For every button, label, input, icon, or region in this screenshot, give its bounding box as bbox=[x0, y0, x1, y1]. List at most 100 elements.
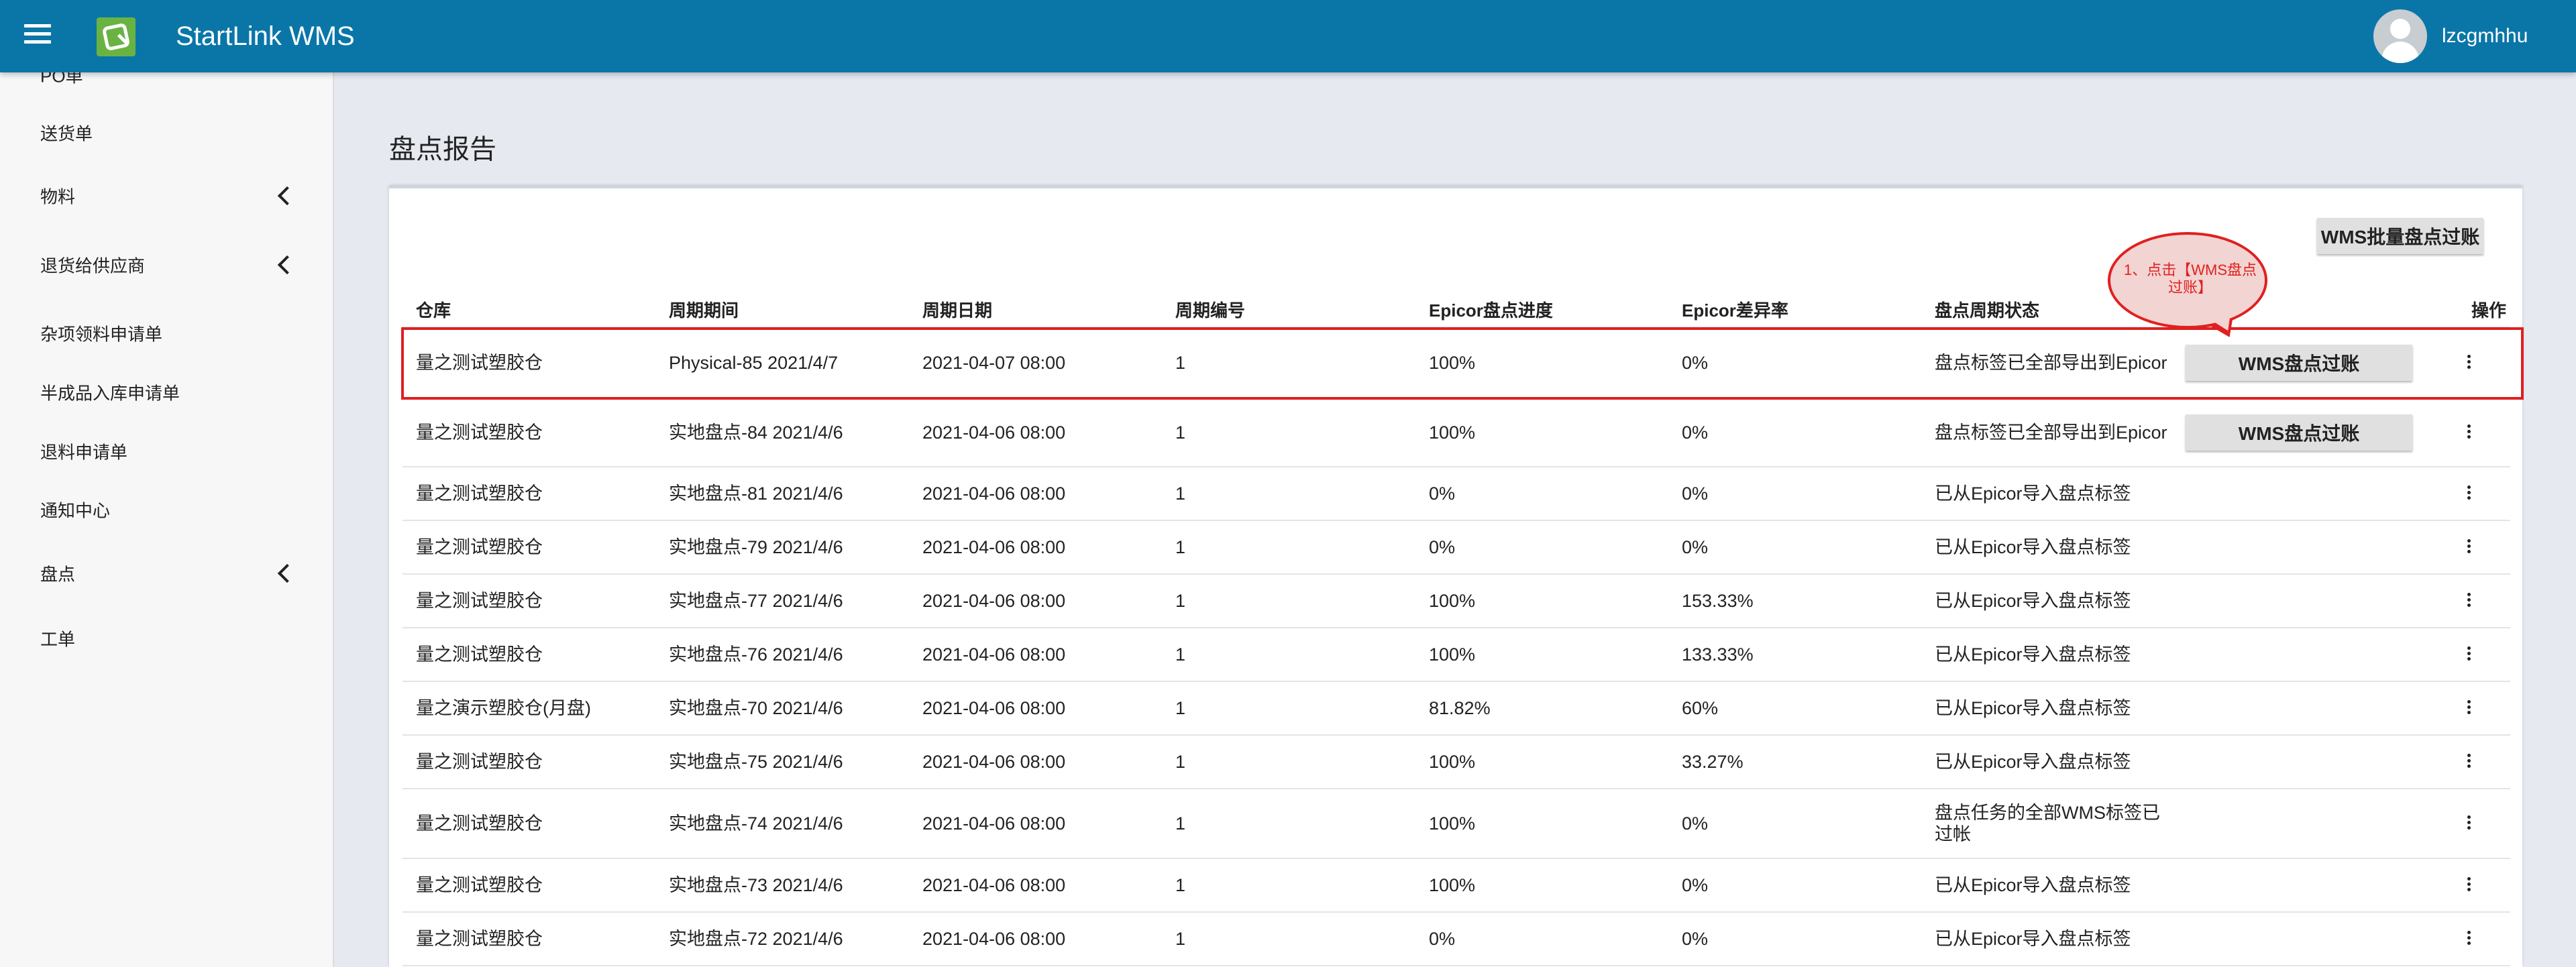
cell-status: 盘点标签已全部导出到Epicor bbox=[1935, 353, 2167, 373]
cell-period: 实地盘点-74 2021/4/6 bbox=[669, 813, 843, 834]
cell-period: 实地盘点-77 2021/4/6 bbox=[669, 591, 843, 611]
user-avatar-icon[interactable] bbox=[2373, 9, 2427, 63]
sidebar-item-label: 杂项领料申请单 bbox=[40, 324, 163, 345]
more-vert-icon[interactable] bbox=[2466, 700, 2471, 716]
cell-number: 1 bbox=[1175, 813, 1186, 834]
sidebar-item[interactable]: 工单 bbox=[0, 612, 333, 665]
cell-status: 已从Epicor导入盘点标签 bbox=[1935, 537, 2131, 557]
column-header: Epicor盘点进度 bbox=[1429, 300, 1553, 321]
page-title: 盘点报告 bbox=[389, 135, 496, 164]
cell-number: 1 bbox=[1175, 698, 1186, 718]
cell-date: 2021-04-06 08:00 bbox=[922, 591, 1066, 611]
table-row: 量之测试塑胶仓 Physical-85 2021/4/7 2021-04-07 08… bbox=[402, 328, 2510, 399]
cell-progress: 81.82% bbox=[1429, 698, 1491, 718]
cell-date: 2021-04-06 08:00 bbox=[922, 929, 1066, 949]
column-header: 周期日期 bbox=[922, 300, 993, 321]
sidebar-item[interactable]: 杂项领料申请单 bbox=[0, 306, 333, 360]
table-row: 量之测试塑胶仓 实地盘点-79 2021/4/6 2021-04-06 08:00 1… bbox=[402, 521, 2510, 575]
sidebar-item-label: 盘点 bbox=[40, 564, 76, 585]
more-vert-icon[interactable] bbox=[2466, 486, 2471, 502]
table-row: 量之测试塑胶仓 实地盘点-75 2021/4/6 2021-04-06 08:00 1… bbox=[402, 736, 2510, 789]
sidebar-item-label: 退料申请单 bbox=[40, 442, 128, 463]
sidebar-item-label: 物料 bbox=[40, 186, 76, 207]
username[interactable]: lzcgmhhu bbox=[2442, 24, 2528, 48]
cell-warehouse: 量之测试塑胶仓 bbox=[416, 484, 543, 504]
sidebar-item-label: 工单 bbox=[40, 629, 76, 650]
callout-bubble: 1、点击【WMS盘点过账】 bbox=[2108, 232, 2267, 329]
cell-status: 已从Epicor导入盘点标签 bbox=[1935, 875, 2131, 895]
cell-period: Physical-85 2021/4/7 bbox=[669, 353, 839, 373]
cell-status: 已从Epicor导入盘点标签 bbox=[1935, 484, 2131, 504]
table-row: 量之测试塑胶仓 实地盘点-72 2021/4/6 2021-04-06 08:00 1… bbox=[402, 913, 2510, 966]
cell-diff: 33.27% bbox=[1682, 752, 1743, 772]
more-vert-icon[interactable] bbox=[2466, 931, 2471, 947]
cell-period: 实地盘点-75 2021/4/6 bbox=[669, 752, 843, 772]
cell-diff: 0% bbox=[1682, 353, 1709, 373]
batch-post-button[interactable]: WMS批量盘点过账 bbox=[2317, 218, 2483, 254]
column-header: 周期编号 bbox=[1175, 300, 1246, 321]
cell-diff: 0% bbox=[1682, 875, 1709, 895]
more-vert-icon[interactable] bbox=[2466, 646, 2471, 663]
wms-post-button[interactable]: WMS盘点过账 bbox=[2186, 414, 2412, 451]
table-row: 量之演示塑胶仓(月盘) 实地盘点-70 2021/4/6 2021-04-06 08… bbox=[402, 682, 2510, 736]
cell-period: 实地盘点-72 2021/4/6 bbox=[669, 929, 843, 949]
cell-date: 2021-04-06 08:00 bbox=[922, 813, 1066, 834]
sidebar-item-label: 通知中心 bbox=[40, 500, 111, 521]
cell-period: 实地盘点-81 2021/4/6 bbox=[669, 484, 843, 504]
cell-diff: 0% bbox=[1682, 813, 1709, 834]
sidebar-item[interactable]: 退货给供应商 bbox=[0, 238, 333, 292]
cell-period: 实地盘点-76 2021/4/6 bbox=[669, 644, 843, 665]
table-body: 量之测试塑胶仓 Physical-85 2021/4/7 2021-04-07 08… bbox=[402, 328, 2510, 966]
cell-diff: 60% bbox=[1682, 698, 1719, 718]
cell-warehouse: 量之演示塑胶仓(月盘) bbox=[416, 698, 591, 718]
more-vert-icon[interactable] bbox=[2466, 754, 2471, 770]
callout-text: 1、点击【WMS盘点过账】 bbox=[2124, 262, 2257, 296]
more-vert-icon[interactable] bbox=[2466, 815, 2471, 832]
cell-number: 1 bbox=[1175, 929, 1186, 949]
cell-number: 1 bbox=[1175, 484, 1186, 504]
cell-status: 已从Epicor导入盘点标签 bbox=[1935, 644, 2131, 665]
sidebar-item[interactable]: 半成品入库申请单 bbox=[0, 365, 333, 419]
menu-icon[interactable] bbox=[24, 24, 51, 48]
table-row: 量之测试塑胶仓 实地盘点-73 2021/4/6 2021-04-06 08:00 1… bbox=[402, 859, 2510, 913]
table-row: 量之测试塑胶仓 实地盘点-84 2021/4/6 2021-04-06 08:00 1… bbox=[402, 399, 2510, 467]
cell-progress: 100% bbox=[1429, 752, 1476, 772]
cell-period: 实地盘点-73 2021/4/6 bbox=[669, 875, 843, 895]
cell-number: 1 bbox=[1175, 644, 1186, 665]
chevron-left-icon bbox=[277, 186, 297, 206]
cell-progress: 100% bbox=[1429, 591, 1476, 611]
cell-warehouse: 量之测试塑胶仓 bbox=[416, 813, 543, 834]
column-header: 仓库 bbox=[416, 300, 451, 321]
cell-warehouse: 量之测试塑胶仓 bbox=[416, 353, 543, 373]
sidebar-item-label: 退货给供应商 bbox=[40, 255, 146, 276]
more-vert-icon[interactable] bbox=[2466, 539, 2471, 555]
cell-number: 1 bbox=[1175, 537, 1186, 557]
sidebar-item[interactable]: 通知中心 bbox=[0, 483, 333, 536]
cell-warehouse: 量之测试塑胶仓 bbox=[416, 875, 543, 895]
sidebar-item[interactable]: 送货单 bbox=[0, 106, 333, 160]
cell-progress: 100% bbox=[1429, 813, 1476, 834]
sidebar-item[interactable]: 物料 bbox=[0, 169, 333, 223]
cell-date: 2021-04-07 08:00 bbox=[922, 353, 1066, 373]
sidebar-item[interactable]: 盘点 bbox=[0, 547, 333, 600]
more-vert-icon[interactable] bbox=[2466, 424, 2471, 441]
cell-date: 2021-04-06 08:00 bbox=[922, 875, 1066, 895]
table-row: 量之测试塑胶仓 实地盘点-81 2021/4/6 2021-04-06 08:00 1… bbox=[402, 467, 2510, 521]
cell-date: 2021-04-06 08:00 bbox=[922, 484, 1066, 504]
cell-diff: 0% bbox=[1682, 422, 1709, 443]
wms-post-button[interactable]: WMS盘点过账 bbox=[2186, 345, 2412, 381]
chevron-left-icon bbox=[277, 563, 297, 583]
cell-date: 2021-04-06 08:00 bbox=[922, 644, 1066, 665]
table-row: 量之测试塑胶仓 实地盘点-76 2021/4/6 2021-04-06 08:00 1… bbox=[402, 628, 2510, 682]
cell-status: 已从Epicor导入盘点标签 bbox=[1935, 591, 2131, 611]
cell-warehouse: 量之测试塑胶仓 bbox=[416, 422, 543, 443]
sidebar-item-label: 送货单 bbox=[40, 123, 93, 144]
more-vert-icon[interactable] bbox=[2466, 593, 2471, 609]
cell-progress: 100% bbox=[1429, 353, 1476, 373]
more-vert-icon[interactable] bbox=[2466, 877, 2471, 893]
cell-number: 1 bbox=[1175, 353, 1186, 373]
sidebar-item[interactable]: 退料申请单 bbox=[0, 424, 333, 478]
cell-warehouse: 量之测试塑胶仓 bbox=[416, 537, 543, 557]
more-vert-icon[interactable] bbox=[2466, 355, 2471, 371]
sidebar: PO单 送货单 物料 退货给供应商 杂项领料申请单 半成品入库申请单 退料申请单 通知中心 盘点… bbox=[0, 66, 334, 967]
